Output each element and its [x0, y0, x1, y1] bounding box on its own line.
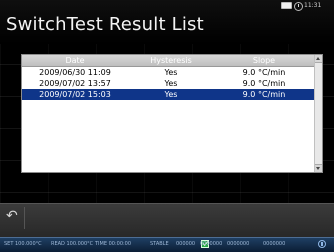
result-list-panel: Date Hysteresis Slope 2009/06/30 11:09 Y… — [21, 54, 323, 173]
clock-icon — [294, 2, 303, 11]
table-header: Date Hysteresis Slope — [22, 55, 314, 67]
status-icon — [318, 240, 326, 248]
hysteresis-cell: Yes — [164, 79, 178, 88]
status-read-temperature: READ 100.000°C — [51, 241, 94, 247]
switchtest-screen: SwitchTest Result List 11:31 Date Hyster… — [0, 0, 334, 252]
date-cell: 2009/06/30 11:09 — [39, 68, 111, 77]
date-column-header: Date — [65, 56, 85, 65]
chevron-down-icon — [316, 167, 320, 170]
hysteresis-column-header: Hysteresis — [150, 56, 192, 65]
table-row[interactable]: 2009/07/02 13:57 Yes 9.0 °C/min — [22, 78, 314, 89]
title-bar: SwitchTest Result List 11:31 — [0, 0, 334, 44]
slope-column-header: Slope — [252, 56, 276, 65]
status-value-1: 000000 — [176, 241, 196, 247]
scroll-up-button[interactable] — [315, 55, 322, 63]
battery-icon — [281, 2, 292, 9]
slope-cell: 9.0 °C/min — [242, 68, 286, 77]
status-value-4: 0000000 — [263, 241, 286, 247]
back-button[interactable]: ↶ — [0, 207, 25, 229]
date-cell: 2009/07/02 13:57 — [39, 79, 111, 88]
status-bar: SET 100.000°C READ 100.000°C TIME 00:00:… — [0, 237, 334, 252]
date-cell: 2009/07/02 15:03 — [39, 90, 111, 99]
hysteresis-cell: Yes — [164, 90, 178, 99]
chevron-up-icon — [316, 57, 320, 60]
selected-table-row[interactable]: 2009/07/02 15:03 Yes 9.0 °C/min — [22, 89, 314, 100]
slope-cell: 9.0 °C/min — [242, 90, 286, 99]
status-value-2: 0000000 — [200, 241, 223, 247]
vertical-scrollbar[interactable] — [314, 55, 322, 172]
clock-time: 11:31 — [304, 2, 322, 9]
action-bar: ↶ — [0, 203, 334, 237]
slope-cell: 9.0 °C/min — [242, 79, 286, 88]
back-icon: ↶ — [6, 208, 18, 224]
status-stable: STABLE — [150, 241, 169, 247]
status-set-temperature: SET 100.000°C — [4, 241, 42, 247]
table-row[interactable]: 2009/06/30 11:09 Yes 9.0 °C/min — [22, 67, 314, 78]
status-time: TIME 00:00:00 — [95, 241, 132, 247]
hysteresis-cell: Yes — [164, 68, 178, 77]
scroll-down-button[interactable] — [315, 164, 322, 172]
page-title: SwitchTest Result List — [6, 14, 204, 35]
status-value-3: 0000000 — [227, 241, 250, 247]
